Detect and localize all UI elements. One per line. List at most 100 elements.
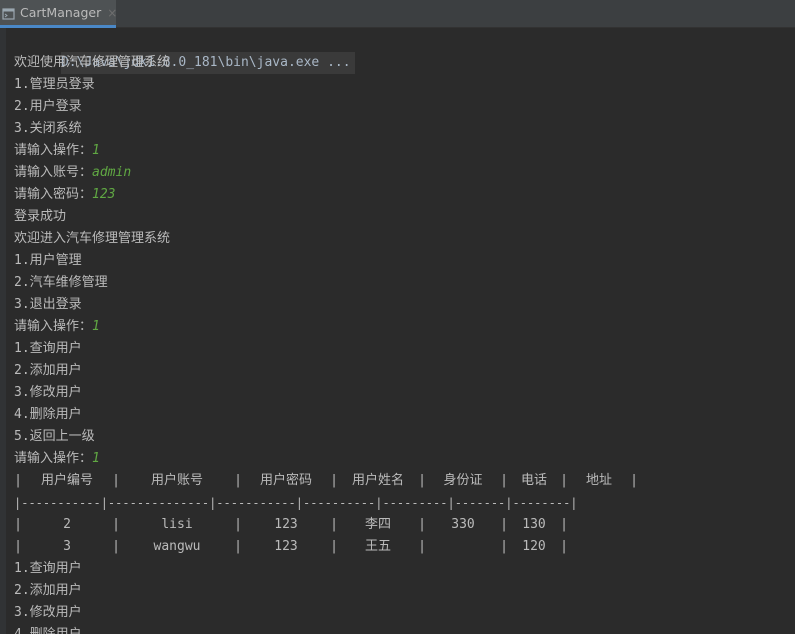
console-line: 3.退出登录	[14, 294, 795, 316]
console-text: 1.查询用户	[14, 341, 82, 356]
table-border: |	[500, 517, 508, 532]
console-text: 1.用户管理	[14, 253, 82, 268]
user-input-value: admin	[92, 165, 132, 180]
console-text: 3.修改用户	[14, 385, 82, 400]
console-line: 3.修改用户	[14, 602, 795, 624]
console-line: 请输入账号：admin	[14, 162, 795, 184]
console-line: 请输入操作：1	[14, 140, 795, 162]
table-row: | 3 | wangwu | 123 | 王五 | | 120 |	[14, 536, 795, 558]
tab-bar: CartManager ×	[0, 0, 795, 28]
table-cell: 用户账号	[150, 473, 203, 488]
table-border: |	[560, 539, 568, 554]
console-text: 登录成功	[14, 209, 67, 224]
user-input-value: 1	[92, 143, 100, 158]
console-text: 欢迎使用汽车修理管理系统	[14, 55, 171, 70]
console-line: 2.添加用户	[14, 360, 795, 382]
table-cell: 电话	[520, 473, 547, 488]
console-line: 5.返回上一级	[14, 426, 795, 448]
console-text: 2.用户登录	[14, 99, 82, 114]
console-line: 请输入操作：1	[14, 316, 795, 338]
table-border: |	[330, 517, 338, 532]
table-border: |	[14, 517, 22, 532]
table-cell	[426, 536, 500, 558]
table-cell: 123	[274, 517, 298, 532]
console-text: 欢迎进入汽车修理管理系统	[14, 231, 171, 246]
table-border: |	[234, 473, 242, 488]
table-border: |	[500, 539, 508, 554]
tab-title: CartManager	[20, 5, 102, 20]
console-text: 4.删除用户	[14, 407, 82, 422]
table-cell: 120	[522, 539, 546, 554]
console-line: 4.删除用户	[14, 624, 795, 634]
table-border: |	[630, 473, 638, 488]
console-line: 1.管理员登录	[14, 74, 795, 96]
table-border: |	[112, 539, 120, 554]
console-text: 4.删除用户	[14, 627, 82, 634]
user-input-value: 1	[92, 451, 100, 466]
table-cell: 123	[274, 539, 298, 554]
console-lines: D:\Java\jdk1.8.0_181\bin\java.exe ... 欢迎…	[14, 30, 795, 634]
console-line: 欢迎进入汽车修理管理系统	[14, 228, 795, 250]
console-text: 请输入密码：	[14, 187, 93, 202]
table-cell: lisi	[161, 517, 193, 532]
console-text: 3.关闭系统	[14, 121, 82, 136]
table-cell: 身份证	[443, 473, 483, 488]
console-text: 请输入操作：	[14, 143, 93, 158]
table-header: | 用户编号 | 用户账号 | 用户密码 | 用户姓名 | 身份证 | 电话 | 地址 |	[14, 470, 795, 492]
table-cell: 地址	[585, 473, 612, 488]
console-text: 请输入操作：	[14, 319, 93, 334]
table-cell: 用户姓名	[351, 473, 404, 488]
console-line: 1.用户管理	[14, 250, 795, 272]
table-cell: 李四	[364, 517, 391, 532]
console-line: 请输入操作：1	[14, 448, 795, 470]
run-console-icon	[2, 6, 16, 20]
table-cell: 130	[522, 517, 546, 532]
tab-cartmanager[interactable]: CartManager ×	[0, 0, 117, 28]
console-line: 欢迎使用汽车修理管理系统	[14, 52, 795, 74]
console-text: 3.退出登录	[14, 297, 82, 312]
console-line: 2.汽车维修管理	[14, 272, 795, 294]
command-line: D:\Java\jdk1.8.0_181\bin\java.exe ...	[14, 30, 795, 74]
console-line: 1.查询用户	[14, 338, 795, 360]
table-border: |	[14, 539, 22, 554]
table-border: |	[500, 473, 508, 488]
console-gutter	[0, 28, 6, 634]
table-border: |	[112, 517, 120, 532]
console-text: 请输入操作：	[14, 451, 93, 466]
console-line: 请输入密码：123	[14, 184, 795, 206]
console-line: 3.关闭系统	[14, 118, 795, 140]
table-border: |	[560, 517, 568, 532]
console-text: 3.修改用户	[14, 605, 82, 620]
console-line: 2.添加用户	[14, 580, 795, 602]
console-line: 登录成功	[14, 206, 795, 228]
console-output[interactable]: D:\Java\jdk1.8.0_181\bin\java.exe ... 欢迎…	[0, 28, 795, 634]
table-border: |	[14, 473, 22, 488]
console-text: 1.查询用户	[14, 561, 82, 576]
table-cell: 2	[63, 517, 71, 532]
table-border: |	[112, 473, 120, 488]
table-cell: 用户密码	[259, 473, 312, 488]
console-line: 2.用户登录	[14, 96, 795, 118]
table-cell: 3	[63, 539, 71, 554]
table-border: |	[418, 539, 426, 554]
table-border: |	[234, 539, 242, 554]
console-text: 2.汽车维修管理	[14, 275, 108, 290]
close-icon[interactable]: ×	[107, 6, 117, 20]
console-text: 5.返回上一级	[14, 429, 95, 444]
table-border: |	[418, 517, 426, 532]
console-text: 请输入账号：	[14, 165, 93, 180]
user-input-value: 1	[92, 319, 100, 334]
table-separator: |-----------|--------------|-----------|…	[14, 496, 578, 510]
table-border: |	[330, 539, 338, 554]
table-cell: 用户编号	[40, 473, 93, 488]
console-line: 1.查询用户	[14, 558, 795, 580]
table-border: |	[234, 517, 242, 532]
console-text: 1.管理员登录	[14, 77, 95, 92]
table-border: |	[560, 473, 568, 488]
user-input-value: 123	[92, 187, 116, 202]
console-text: 2.添加用户	[14, 583, 82, 598]
console-line: 4.删除用户	[14, 404, 795, 426]
table-cell: 330	[451, 517, 475, 532]
table-border: |	[330, 473, 338, 488]
table-cell: 王五	[364, 539, 391, 554]
